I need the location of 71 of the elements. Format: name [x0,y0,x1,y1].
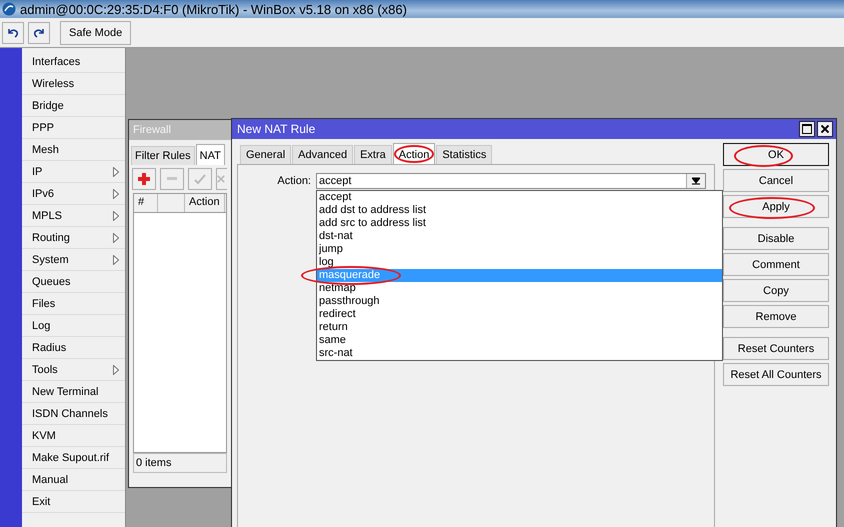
sidebar-item[interactable]: Manual [22,469,125,491]
dropdown-option[interactable]: return [317,321,722,334]
sidebar-item[interactable]: Mesh [22,139,125,161]
dialog-button[interactable]: Reset All Counters [723,363,829,386]
sidebar-item[interactable]: Make Supout.rif [22,447,125,469]
tab[interactable]: Statistics [436,145,492,164]
column-header[interactable]: # [134,194,158,212]
dropdown-option[interactable]: add src to address list [317,217,722,230]
dialog-button[interactable]: Copy [723,279,829,302]
sidebar-item[interactable]: Files [22,293,125,315]
sidebar-item[interactable]: Log [22,315,125,337]
sidebar-item[interactable]: System [22,249,125,271]
app-logo-icon [2,2,16,16]
sidebar-item[interactable]: ISDN Channels [22,403,125,425]
sidebar-item[interactable]: IPv6 [22,183,125,205]
sidebar-item[interactable]: Radius [22,337,125,359]
dropdown-option[interactable]: add dst to address list [317,204,722,217]
window-title: admin@00:0C:29:35:D4:F0 (MikroTik) - WinBox v5.18 on x86 (x86) [20,2,407,16]
dropdown-arrow-icon [692,177,700,185]
dropdown-option[interactable]: passthrough [317,295,722,308]
dropdown-option[interactable]: dst-nat [317,230,722,243]
dropdown-option[interactable]: netmap [317,282,722,295]
tab[interactable]: Filter Rules [131,146,195,165]
dialog-button[interactable]: Reset Counters [723,337,829,360]
sidebar-item[interactable]: Wireless [22,73,125,95]
sidebar-item[interactable]: MPLS [22,205,125,227]
dropdown-option[interactable]: same [317,334,722,347]
tab[interactable]: NAT [196,144,225,165]
safe-mode-button[interactable]: Safe Mode [60,20,132,44]
dropdown-option[interactable]: log [317,256,722,269]
tab[interactable]: Extra [354,145,392,164]
sidebar-item[interactable]: KVM [22,425,125,447]
column-header[interactable]: Action [185,194,225,212]
sidebar-item[interactable]: IP [22,161,125,183]
maximize-icon[interactable] [799,121,815,137]
check-icon [194,173,206,185]
sidebar-item[interactable]: Tools [22,359,125,381]
dropdown-option[interactable]: src-nat [317,347,722,360]
dialog-button[interactable]: Disable [723,227,829,250]
sidebar-item[interactable]: Interfaces [22,51,125,73]
sidebar-item[interactable]: Bridge [22,95,125,117]
tab[interactable]: Advanced [292,145,354,164]
window-title: Firewall [133,124,171,136]
dialog-button[interactable]: Comment [723,253,829,276]
redo-button[interactable] [28,22,50,44]
redo-icon [33,28,45,38]
action-dropdown[interactable]: accept [316,173,706,189]
sidebar-item[interactable]: Queues [22,271,125,293]
sidebar-item[interactable]: PPP [22,117,125,139]
dialog-button[interactable]: Apply [723,195,829,218]
undo-button[interactable] [2,22,24,44]
sidebar-item[interactable]: Exit [22,491,125,513]
cross-icon [217,174,225,184]
sidebar-item[interactable]: New Terminal [22,381,125,403]
sidebar-item[interactable]: Routing [22,227,125,249]
undo-icon [7,28,19,38]
add-button[interactable] [132,168,156,190]
field-label: Action: [276,175,312,187]
minus-icon [167,177,177,181]
plus-icon [138,173,150,185]
dialog-button[interactable]: OK [723,143,829,166]
status-text: 0 items [133,453,227,473]
window-title: New NAT Rule [237,122,316,136]
close-icon[interactable] [817,121,833,137]
tab[interactable]: Action [392,143,436,164]
dropdown-option[interactable]: redirect [317,308,722,321]
dialog-button[interactable]: Remove [723,305,829,328]
dialog-button[interactable]: Cancel [723,169,829,192]
dropdown-option[interactable]: accept [317,191,722,204]
dropdown-option[interactable]: jump [317,243,722,256]
tab[interactable]: General [240,145,292,164]
